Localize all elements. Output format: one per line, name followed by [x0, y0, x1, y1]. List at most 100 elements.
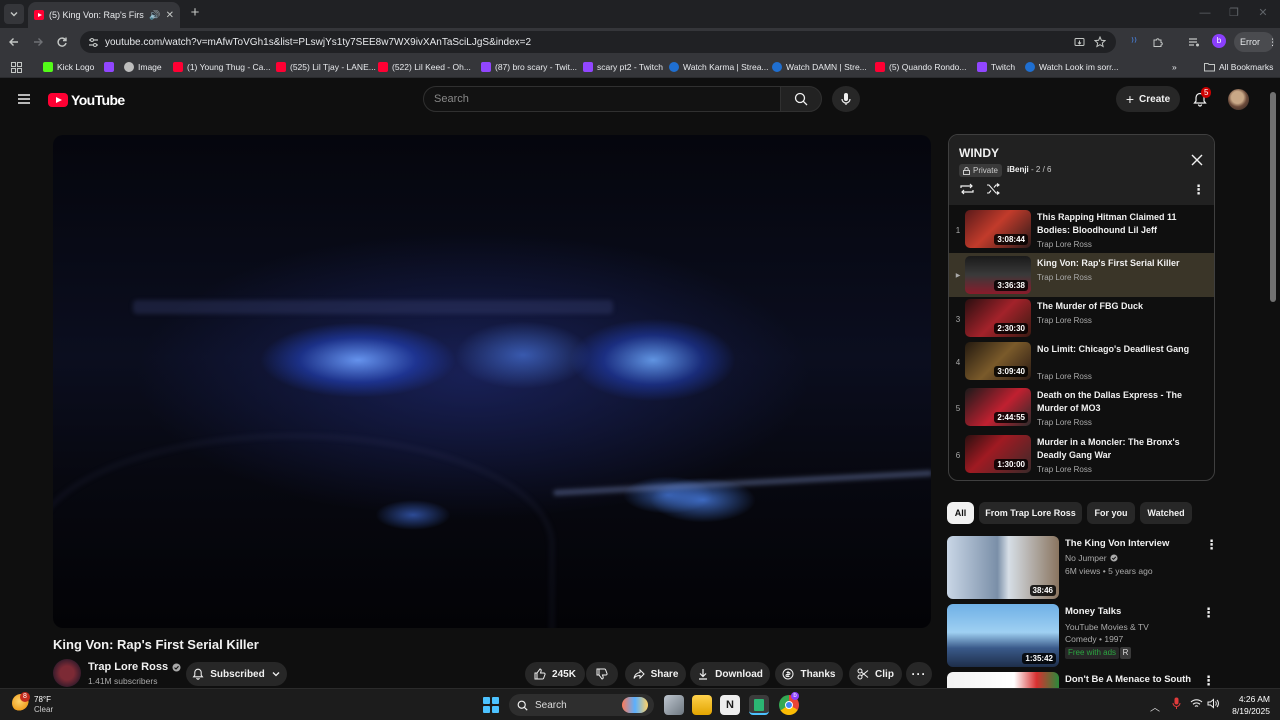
recommended-title[interactable]: Money Talks — [1065, 606, 1121, 617]
privacy-badge: Private — [959, 164, 1002, 177]
extensions-puzzle-icon[interactable] — [1150, 34, 1166, 50]
weather-temperature[interactable]: 78°F — [34, 695, 51, 704]
loop-icon[interactable] — [959, 183, 975, 195]
bookmark-item[interactable]: Twitch — [977, 60, 1015, 74]
account-avatar[interactable] — [1228, 89, 1249, 110]
speaker-icon[interactable]: 🔊 — [149, 10, 160, 21]
channel-name-link[interactable]: Trap Lore Ross — [88, 661, 181, 673]
recommended-channel[interactable]: YouTube Movies & TV — [1065, 622, 1149, 632]
bookmark-item[interactable]: (87) bro scary - Twit... — [481, 60, 577, 74]
media-controls-icon[interactable] — [1186, 34, 1202, 50]
site-info-icon[interactable] — [88, 37, 99, 48]
recommended-title[interactable]: Don't Be A Menace to South — [1065, 674, 1191, 685]
bookmarks-overflow-icon[interactable]: » — [1172, 60, 1177, 74]
bookmark-item[interactable]: Watch DAMN | Stre... — [772, 60, 867, 74]
clip-button[interactable]: Clip — [849, 662, 902, 686]
chip-from-channel[interactable]: From Trap Lore Ross — [979, 502, 1082, 524]
recommended-title[interactable]: The King Von Interview — [1065, 538, 1169, 549]
volume-icon[interactable] — [1207, 698, 1220, 709]
recommended-thumbnail[interactable]: 38:46 — [947, 536, 1059, 599]
recommended-more-icon[interactable]: ⋮ — [1202, 674, 1215, 688]
bookmark-item[interactable]: Kick Logo — [43, 60, 94, 74]
bookmark-item[interactable] — [104, 60, 114, 74]
wifi-icon[interactable] — [1190, 698, 1203, 709]
channel-avatar[interactable] — [53, 659, 81, 687]
reload-button[interactable] — [54, 34, 70, 50]
bookmark-item[interactable]: (525) Lil Tjay - LANE... — [276, 60, 376, 74]
task-view-icon[interactable] — [664, 695, 684, 715]
recommended-more-icon[interactable]: ⋮ — [1202, 606, 1215, 620]
error-button[interactable]: Error ⋮ — [1234, 32, 1277, 52]
menu-hamburger-icon[interactable] — [17, 92, 31, 106]
shuffle-icon[interactable] — [986, 183, 1000, 195]
browser-tab-active[interactable]: (5) King Von: Rap's First Serial Killer … — [28, 2, 180, 28]
bookmark-item[interactable]: Watch Look im sorr... — [1025, 60, 1119, 74]
playlist-item[interactable]: 1 3:08:44 This Rapping Hitman Claimed 11… — [949, 207, 1214, 251]
clock-date[interactable]: 8/19/2025 — [1222, 706, 1270, 716]
like-button[interactable]: 245K — [525, 662, 585, 686]
page-scrollbar[interactable] — [1270, 92, 1276, 302]
playlist-item[interactable]: 5 2:44:55 Death on the Dallas Express - … — [949, 385, 1214, 429]
bookmark-item[interactable]: (5) Quando Rondo... — [875, 60, 967, 74]
subscribed-button[interactable]: Subscribed — [186, 662, 287, 686]
bookmark-star-icon[interactable] — [1094, 36, 1106, 48]
microphone-tray-icon[interactable] — [1172, 697, 1181, 710]
all-bookmarks-folder[interactable]: All Bookmarks — [1204, 60, 1273, 74]
recommended-more-icon[interactable]: ⋮ — [1205, 538, 1218, 552]
chip-all[interactable]: All — [947, 502, 974, 524]
apps-grid-icon[interactable] — [11, 60, 22, 74]
playlist-owner[interactable]: iBenji — [1007, 165, 1029, 174]
bookmark-item[interactable]: Image — [124, 60, 162, 74]
close-icon[interactable] — [1190, 153, 1204, 167]
close-window-button[interactable]: ✕ — [1256, 6, 1270, 20]
playlist-title[interactable]: WINDY — [959, 146, 999, 160]
tab-search-button[interactable] — [4, 4, 24, 24]
lock-icon — [963, 166, 970, 175]
search-button[interactable] — [780, 86, 822, 112]
restore-button[interactable]: ❐ — [1227, 6, 1241, 20]
dislike-button[interactable] — [586, 662, 618, 686]
install-app-icon[interactable] — [1074, 37, 1085, 48]
clock-time[interactable]: 4:26 AM — [1222, 694, 1270, 704]
download-button[interactable]: Download — [690, 662, 770, 686]
thanks-button[interactable]: Thanks — [775, 662, 843, 686]
extension-icon[interactable]: ⁾⁾ — [1126, 34, 1142, 50]
bookmark-item[interactable]: (522) Lil Keed - Oh... — [378, 60, 471, 74]
tab-close-icon[interactable]: ✕ — [166, 10, 174, 21]
playlist-item[interactable]: 3 2:30:30 The Murder of FBG Duck Trap Lo… — [949, 296, 1214, 340]
tray-overflow-chevron-icon[interactable]: ︿ — [1150, 699, 1160, 714]
chip-for-you[interactable]: For you — [1087, 502, 1135, 524]
bookmark-item[interactable]: (1) Young Thug - Ca... — [173, 60, 270, 74]
video-player[interactable] — [53, 135, 931, 628]
bookmark-item[interactable]: Watch Karma | Strea... — [669, 60, 769, 74]
active-app-icon[interactable] — [749, 695, 769, 715]
search-input[interactable]: Search — [423, 86, 781, 112]
globe-icon — [124, 62, 134, 72]
playlist-item[interactable]: 6 1:30:00 Murder in a Moncler: The Bronx… — [949, 432, 1214, 476]
playlist-item[interactable]: 4 3:09:40 No Limit: Chicago's Deadliest … — [949, 339, 1214, 383]
voice-search-button[interactable] — [832, 86, 860, 112]
taskbar-search[interactable]: Search — [509, 694, 654, 716]
more-actions-button[interactable]: ··· — [906, 662, 932, 686]
share-button[interactable]: Share — [625, 662, 686, 686]
file-explorer-icon[interactable] — [692, 695, 712, 715]
forward-button[interactable] — [30, 34, 46, 50]
recommended-thumbnail[interactable] — [947, 672, 1059, 688]
playlist-more-icon[interactable]: ⋮ — [1192, 183, 1205, 197]
notepad-app-icon[interactable]: N — [720, 695, 740, 715]
start-button[interactable] — [483, 697, 499, 713]
minimize-button[interactable]: — — [1198, 6, 1212, 20]
weather-condition[interactable]: Clear — [34, 705, 53, 714]
new-tab-button[interactable]: + — [188, 5, 202, 20]
profile-avatar[interactable]: b — [1212, 34, 1226, 48]
youtube-logo[interactable]: YouTube — [48, 92, 125, 108]
create-button[interactable]: + Create — [1116, 86, 1180, 112]
playlist-item-current[interactable]: ▶ 3:36:38 King Von: Rap's First Serial K… — [949, 253, 1214, 297]
address-bar[interactable]: youtube.com/watch?v=mAfwToVGh1s&list=PLs… — [80, 31, 1116, 53]
chip-watched[interactable]: Watched — [1140, 502, 1192, 524]
recommended-channel[interactable]: No Jumper — [1065, 553, 1118, 563]
back-button[interactable] — [6, 34, 22, 50]
bookmark-item[interactable]: scary pt2 - Twitch — [583, 60, 663, 74]
recommended-meta: 6M views • 5 years ago — [1065, 566, 1153, 576]
recommended-thumbnail[interactable]: 1:35:42 — [947, 604, 1059, 667]
